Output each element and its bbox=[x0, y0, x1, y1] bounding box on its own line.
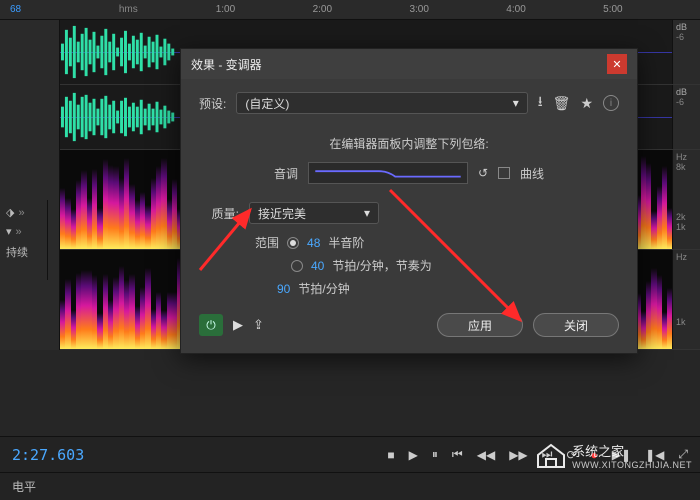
range-semitone-value[interactable]: 48 bbox=[307, 236, 320, 250]
pitch-label: 音调 bbox=[274, 165, 298, 182]
delete-preset-icon[interactable]: 🗑 bbox=[553, 95, 571, 112]
pitch-envelope-graph[interactable] bbox=[308, 162, 468, 184]
chevrons-icon[interactable]: » bbox=[18, 207, 24, 219]
ruler-tick: 3:00 bbox=[409, 4, 506, 15]
ruler-tick: 1:00 bbox=[216, 4, 313, 15]
quality-value: 接近完美 bbox=[258, 205, 306, 222]
power-toggle[interactable]: ⏻ bbox=[199, 314, 223, 336]
dropdown-icon[interactable]: ▾ bbox=[6, 225, 12, 238]
range-bpm-value[interactable]: 40 bbox=[311, 259, 324, 273]
ruler-hms: hms bbox=[119, 4, 216, 15]
side-panel: ⬗» ▾» 持续 bbox=[0, 200, 48, 280]
range-semitone-unit: 半音阶 bbox=[328, 234, 364, 251]
pause-button[interactable]: ⏸ bbox=[432, 447, 438, 462]
curve-label: 曲线 bbox=[520, 165, 544, 182]
skip-start-button[interactable]: ⏮ bbox=[452, 447, 463, 462]
marker-icon[interactable]: ⬗ bbox=[6, 206, 14, 219]
curve-checkbox[interactable] bbox=[498, 167, 510, 179]
info-icon[interactable]: i bbox=[603, 95, 619, 111]
ruler-tick: 4:00 bbox=[506, 4, 603, 15]
watermark: 系统之家 WWW.XITONGZHIJIA.NET bbox=[536, 441, 692, 470]
waveform-visual bbox=[60, 20, 190, 84]
timecode[interactable]: 2:27.603 bbox=[12, 446, 84, 464]
waveform-visual bbox=[60, 85, 190, 149]
chevron-down-icon: ▾ bbox=[513, 96, 519, 110]
close-dialog-button[interactable]: 关闭 bbox=[533, 313, 619, 337]
range-bpm-base-value[interactable]: 90 bbox=[277, 282, 290, 296]
pitch-shifter-dialog: 效果 - 变调器 ✕ 预设: (自定义) ▾ ⭳ 🗑 ★ i 在编辑器面板内调整… bbox=[180, 48, 638, 354]
favorite-icon[interactable]: ★ bbox=[580, 95, 593, 112]
reset-envelope-icon[interactable]: ↺ bbox=[478, 166, 488, 180]
db-scale: dB-6 bbox=[672, 20, 700, 84]
hz-scale: Hz8k2k1k bbox=[672, 150, 700, 249]
level-panel-label: 电平 bbox=[0, 472, 700, 500]
quality-label: 质量: bbox=[199, 205, 239, 222]
dialog-titlebar[interactable]: 效果 - 变调器 ✕ bbox=[181, 49, 637, 79]
watermark-name: 系统之家 bbox=[572, 441, 692, 460]
close-button[interactable]: ✕ bbox=[607, 54, 627, 74]
apply-button[interactable]: 应用 bbox=[437, 313, 523, 337]
range-semitone-radio[interactable] bbox=[287, 237, 299, 249]
preset-label: 预设: bbox=[199, 95, 226, 112]
chevron-down-icon: ▾ bbox=[364, 206, 370, 220]
ruler-selection: 68 bbox=[10, 4, 107, 15]
range-bpm-radio[interactable] bbox=[291, 260, 303, 272]
range-bpm-base-text: 节拍/分钟 bbox=[298, 280, 349, 297]
dialog-title: 效果 - 变调器 bbox=[191, 56, 262, 73]
preset-select[interactable]: (自定义) ▾ bbox=[236, 92, 527, 114]
watermark-url: WWW.XITONGZHIJIA.NET bbox=[572, 460, 692, 470]
export-icon[interactable]: ⇪ bbox=[253, 317, 264, 333]
watermark-logo-icon bbox=[536, 443, 566, 469]
stop-button[interactable]: ■ bbox=[387, 448, 394, 462]
envelope-instruction: 在编辑器面板内调整下列包络: bbox=[199, 135, 619, 152]
quality-select[interactable]: 接近完美 ▾ bbox=[249, 202, 379, 224]
ruler-tick: 5:00 bbox=[603, 4, 700, 15]
keep-label: 持续 bbox=[6, 244, 41, 260]
play-button[interactable]: ▶ bbox=[409, 448, 418, 462]
preview-play-button[interactable]: ▶ bbox=[233, 317, 243, 333]
ruler-tick: 2:00 bbox=[313, 4, 410, 15]
db-scale: dB-6 bbox=[672, 85, 700, 149]
preset-value: (自定义) bbox=[245, 95, 289, 112]
rewind-button[interactable]: ◀◀ bbox=[477, 448, 495, 462]
hz-scale: Hz1k bbox=[672, 250, 700, 349]
chevrons-icon[interactable]: » bbox=[16, 226, 22, 238]
download-preset-icon[interactable]: ⭳ bbox=[538, 91, 543, 115]
range-bpm-text: 节拍/分钟，节奏为 bbox=[332, 257, 431, 274]
forward-button[interactable]: ▶▶ bbox=[509, 448, 527, 462]
track-gutter bbox=[0, 20, 60, 150]
timeline-ruler[interactable]: 68 hms 1:00 2:00 3:00 4:00 5:00 bbox=[0, 0, 700, 20]
range-label: 范围 bbox=[255, 234, 279, 251]
